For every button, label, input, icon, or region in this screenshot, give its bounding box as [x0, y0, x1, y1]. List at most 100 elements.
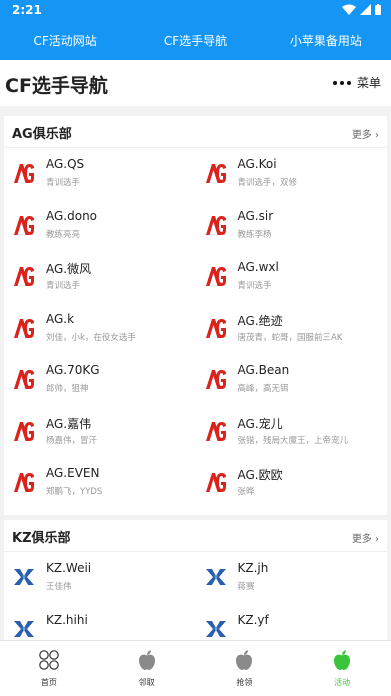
top-nav: CF活动网站 CF选手导航 小苹果备用站: [0, 22, 391, 60]
player-desc: 教练亮亮: [46, 229, 81, 240]
player-item[interactable]: AG.Koi 青训选手，双修: [196, 148, 388, 200]
ag-logo-icon: [205, 421, 226, 441]
player-name: AG.嘉伟: [46, 416, 92, 431]
apple-icon: [236, 650, 253, 670]
player-name: KZ.jh: [237, 561, 269, 575]
player-desc: 郑鹏飞，YYDS: [46, 487, 103, 497]
player-item[interactable]: AG.70KG 郎帅，狙神: [4, 354, 196, 406]
player-item[interactable]: AG.dono 教练亮亮: [4, 200, 196, 252]
section-title: KZ俱乐部: [12, 531, 71, 546]
ag-logo-icon: [14, 164, 34, 183]
ag-logo-icon: [14, 267, 34, 286]
player-item[interactable]: AG.EVEN 郑鹏飞，YYDS: [4, 457, 196, 509]
player-name: KZ.hihi: [46, 612, 88, 627]
section-title: AG俱乐部: [12, 127, 72, 142]
player-desc: 刘佳，小k，在役女选手: [46, 332, 136, 343]
player-name: AG.QS: [46, 157, 85, 171]
ag-logo-icon: [205, 215, 226, 235]
player-item[interactable]: AG.微风青训选手: [4, 251, 196, 303]
player-item[interactable]: AG.Bean 高峰，高无铒: [196, 354, 388, 406]
player-desc: 张晔: [237, 487, 255, 497]
player-item[interactable]: AG.wxl 青训选手: [196, 251, 388, 303]
ag-logo-icon: [14, 318, 34, 338]
player-name: KZ.yf: [237, 612, 269, 627]
player-desc: 唐茂青，蛇哥，国服前三AK: [237, 332, 343, 343]
player-desc: 青训选手: [46, 281, 81, 291]
battery-icon: [375, 4, 381, 15]
kz-logo-icon: [14, 620, 34, 637]
player-item[interactable]: KZ.jh 蒋赛: [196, 552, 388, 604]
player-grid: KZ.Weii 王佳伟 KZ.jh 蒋赛 KZ.hihi KZ.yf: [4, 552, 387, 640]
player-desc: 杨嘉伟，冒汗: [46, 435, 98, 446]
tab-cf-event-site[interactable]: CF活动网站: [0, 22, 130, 60]
page-header: CF选手导航 菜单: [0, 60, 391, 106]
player-desc: 青训选手，双修: [237, 178, 298, 188]
player-desc: 青训选手: [46, 178, 81, 188]
player-desc: 蒋赛: [237, 582, 255, 592]
apple-icon: [334, 650, 351, 670]
player-name: AG.70KG: [46, 363, 100, 377]
player-item[interactable]: AG.绝迹唐茂青，蛇哥，国服前三AK: [196, 303, 388, 355]
ag-logo-icon: [205, 473, 226, 492]
ag-logo-icon: [14, 370, 34, 389]
kz-logo-icon: [205, 620, 226, 637]
bottom-nav-label: 活动: [334, 678, 351, 687]
tab-cf-player-nav[interactable]: CF选手导航: [130, 22, 260, 60]
menu-button[interactable]: 菜单: [332, 74, 381, 91]
player-name: AG.dono: [46, 208, 98, 223]
ag-logo-icon: [205, 164, 226, 183]
player-item[interactable]: KZ.Weii 王佳伟: [4, 552, 196, 604]
page-title: CF选手导航: [5, 75, 108, 97]
more-label: 更多: [351, 130, 372, 141]
player-item[interactable]: AG.欧欧张晔: [196, 457, 388, 509]
player-desc: 高峰，高无铒: [237, 384, 289, 394]
section-kz-club: KZ俱乐部 更多 › KZ.Weii 王佳伟 KZ.jh 蒋赛 KZ.hihi KZ…: [4, 520, 387, 640]
section-header: AG俱乐部 更多 ›: [4, 116, 387, 148]
bottom-nav-activity[interactable]: 活动: [293, 641, 391, 696]
more-label: 更多: [351, 534, 372, 545]
player-item[interactable]: KZ.hihi: [4, 604, 196, 641]
player-name: AG.sir: [237, 208, 274, 223]
tab-backup-site[interactable]: 小苹果备用站: [261, 22, 391, 60]
player-item[interactable]: AG.QS 青训选手: [4, 148, 196, 200]
player-name: AG.欧欧: [237, 468, 283, 482]
player-item[interactable]: AG.嘉伟杨嘉伟，冒汗: [4, 406, 196, 458]
more-dots-icon: [332, 80, 351, 85]
ag-logo-icon: [205, 370, 226, 389]
bottom-nav-claim[interactable]: 邻取: [98, 641, 196, 696]
menu-label: 菜单: [356, 76, 381, 90]
player-desc: 张锴，残局大魔王，上帝宠儿: [237, 435, 349, 446]
bottom-nav-home[interactable]: 首页: [0, 641, 98, 696]
wifi-icon: [342, 4, 356, 15]
player-name: AG.宠儿: [237, 416, 283, 431]
status-bar: 2:21: [0, 0, 391, 22]
section-header: KZ俱乐部 更多 ›: [4, 520, 387, 552]
player-name: AG.k: [46, 311, 75, 326]
player-name: AG.wxl: [237, 260, 279, 274]
player-name: KZ.Weii: [46, 561, 92, 575]
bottom-nav-grab[interactable]: 抢领: [196, 641, 294, 696]
ag-logo-icon: [14, 215, 34, 235]
player-item[interactable]: AG.k 刘佳，小k，在役女选手: [4, 303, 196, 355]
player-item[interactable]: AG.宠儿张锴，残局大魔王，上帝宠儿: [196, 406, 388, 458]
bottom-nav-label: 首页: [40, 678, 57, 687]
bottom-nav: 首页 邻取 抢领 活动: [0, 640, 391, 696]
player-name: AG.绝迹: [237, 313, 283, 328]
ag-logo-icon: [205, 318, 226, 338]
player-name: AG.微风: [46, 262, 92, 276]
player-name: AG.EVEN: [46, 466, 100, 480]
player-desc: 王佳伟: [46, 582, 72, 592]
apple-icon: [138, 650, 155, 670]
more-link[interactable]: 更多 ›: [352, 126, 379, 141]
player-item[interactable]: KZ.yf: [196, 604, 388, 641]
player-desc: 教练李杨: [237, 229, 272, 240]
player-item[interactable]: AG.sir 教练李杨: [196, 200, 388, 252]
ag-logo-icon: [205, 267, 226, 286]
player-name: AG.Koi: [237, 157, 277, 171]
kz-logo-icon: [205, 569, 226, 585]
ag-logo-icon: [14, 473, 34, 492]
bottom-nav-label: 抢领: [236, 678, 253, 687]
status-time: 2:21: [12, 3, 42, 17]
kz-logo-icon: [14, 569, 34, 585]
more-link[interactable]: 更多 ›: [352, 530, 379, 545]
